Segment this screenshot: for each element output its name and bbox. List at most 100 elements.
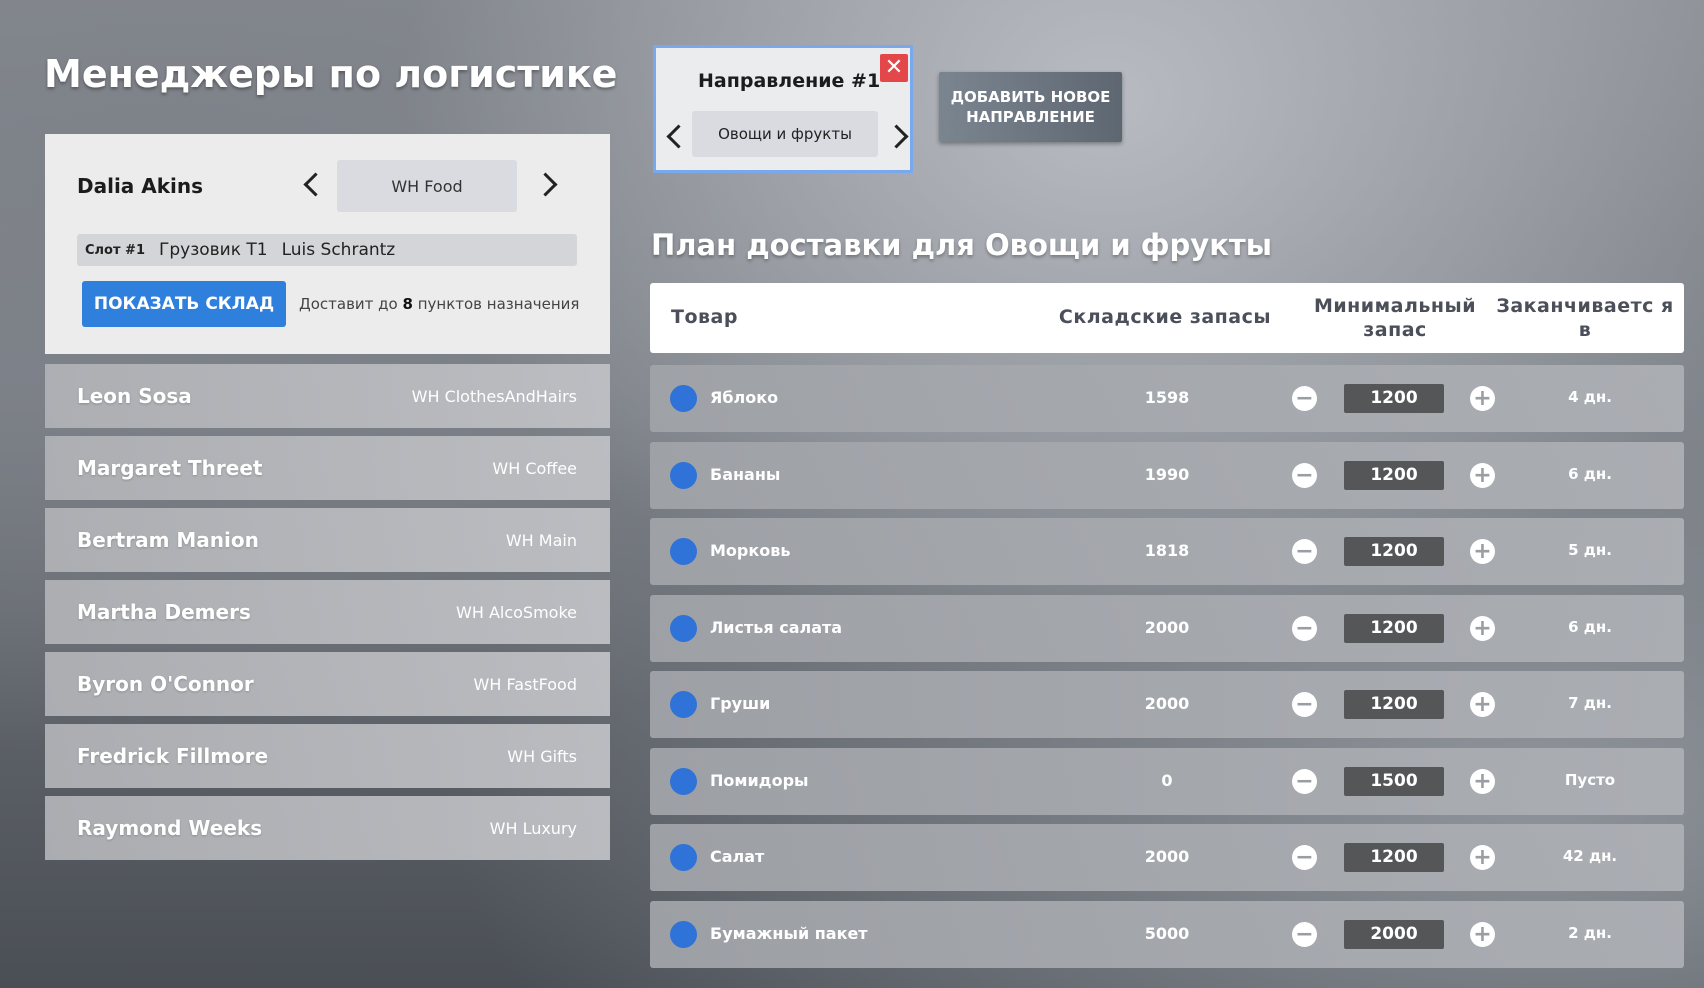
manager-list-warehouse: WH Luxury <box>489 818 577 838</box>
good-name: Бумажный пакет <box>710 923 868 943</box>
slot-driver: Luis Schrantz <box>281 240 396 260</box>
status-dot-icon <box>670 920 697 948</box>
minus-icon[interactable]: − <box>1292 615 1317 641</box>
manager-list-item[interactable]: Leon Sosa WH ClothesAndHairs <box>45 364 610 428</box>
header-stock: Складские запасы <box>1058 306 1272 328</box>
header-min-stock: Минимальный запас <box>1313 295 1477 341</box>
manager-name: Dalia Akins <box>77 174 204 198</box>
min-stock-value[interactable]: 1200 <box>1344 537 1444 566</box>
manager-list-warehouse: WH AlcoSmoke <box>456 602 577 622</box>
ends-in-value: 4 дн. <box>1568 388 1612 406</box>
stock-value: 2000 <box>1144 847 1190 866</box>
min-stock-value[interactable]: 1500 <box>1344 766 1444 796</box>
good-name: Морковь <box>710 541 791 560</box>
manager-list-name: Leon Sosa <box>77 384 192 408</box>
stock-value: 0 <box>1161 770 1173 790</box>
min-stock-value[interactable]: 1200 <box>1344 460 1444 490</box>
min-stock-value[interactable]: 2000 <box>1344 919 1444 949</box>
manager-list-name: Bertram Manion <box>77 528 259 552</box>
header-ends-in: Заканчиваетс я в <box>1496 295 1674 341</box>
direction-title: Направление #1 <box>698 70 881 92</box>
category-selector[interactable]: Овощи и фрукты <box>692 111 878 157</box>
add-direction-button[interactable]: ДОБАВИТЬ НОВОЕ НАПРАВЛЕНИЕ <box>939 72 1122 142</box>
chevron-right-icon[interactable] <box>884 124 909 149</box>
ends-in-value: 5 дн. <box>1568 541 1612 559</box>
manager-list-name: Fredrick Fillmore <box>77 744 269 768</box>
manager-list-item[interactable]: Margaret Threet WH Coffee <box>45 436 610 500</box>
minus-icon[interactable]: − <box>1292 539 1317 564</box>
slot-vehicle: Грузовик Т1 <box>159 240 268 260</box>
selected-manager-card: Dalia Akins WH Food Слот #1 Грузовик Т1 … <box>45 134 610 354</box>
good-name: Груши <box>710 694 771 713</box>
minus-icon[interactable]: − <box>1292 462 1317 488</box>
direction-panel: Направление #1 ✕ Овощи и фрукты <box>653 45 913 173</box>
header-good: Товар <box>671 306 738 328</box>
delivery-suffix: пунктов назначения <box>417 295 580 313</box>
good-name: Помидоры <box>710 770 809 790</box>
close-icon[interactable]: ✕ <box>880 54 908 82</box>
slot-bar[interactable]: Слот #1 Грузовик Т1 Luis Schrantz <box>77 234 577 266</box>
plus-icon[interactable]: + <box>1470 539 1495 564</box>
minus-icon[interactable]: − <box>1292 386 1317 411</box>
manager-list-item[interactable]: Martha Demers WH AlcoSmoke <box>45 580 610 644</box>
manager-list-item[interactable]: Fredrick Fillmore WH Gifts <box>45 724 610 788</box>
min-stock-value[interactable]: 1200 <box>1344 384 1444 413</box>
min-stock-value[interactable]: 1200 <box>1344 690 1444 719</box>
min-stock-value[interactable]: 1200 <box>1344 843 1444 872</box>
ends-in-value: 42 дн. <box>1562 847 1618 865</box>
manager-list-name: Martha Demers <box>77 600 251 624</box>
ends-in-value: 6 дн. <box>1568 464 1612 483</box>
plus-icon[interactable]: + <box>1470 615 1495 641</box>
manager-list-name: Byron O'Connor <box>77 672 254 696</box>
status-dot-icon <box>670 538 697 565</box>
chevron-left-icon[interactable] <box>666 124 691 149</box>
ends-in-value: 7 дн. <box>1568 694 1612 712</box>
show-warehouse-button[interactable]: ПОКАЗАТЬ СКЛАД <box>82 281 286 327</box>
status-dot-icon <box>670 767 697 795</box>
min-stock-value[interactable]: 1200 <box>1344 613 1444 643</box>
chevron-left-icon[interactable] <box>303 172 328 197</box>
manager-list-warehouse: WH Main <box>505 530 577 550</box>
manager-list-item[interactable]: Byron O'Connor WH FastFood <box>45 652 610 716</box>
good-name: Листья салата <box>710 617 843 637</box>
good-name: Бананы <box>710 464 781 484</box>
slot-number: Слот #1 <box>85 242 145 258</box>
status-dot-icon <box>670 691 697 718</box>
plus-icon[interactable]: + <box>1470 386 1495 411</box>
minus-icon[interactable]: − <box>1292 768 1317 794</box>
status-dot-icon <box>670 461 697 489</box>
status-dot-icon <box>670 614 697 642</box>
manager-list-item[interactable]: Raymond Weeks WH Luxury <box>45 796 610 860</box>
table-row: Морковь 1818 − 1200 +5 дн. <box>650 518 1684 585</box>
delivery-prefix: Доставит до <box>299 295 398 313</box>
ends-in-value: 2 дн. <box>1568 923 1612 942</box>
plan-title: План доставки для Овощи и фрукты <box>651 228 1272 262</box>
stock-value: 5000 <box>1144 923 1190 943</box>
plus-icon[interactable]: + <box>1470 462 1495 488</box>
manager-list-name: Margaret Threet <box>77 456 263 480</box>
ends-in-value: 6 дн. <box>1568 617 1612 636</box>
stock-value: 2000 <box>1144 694 1190 713</box>
ends-in-value: Пусто <box>1564 770 1616 789</box>
manager-list-name: Raymond Weeks <box>77 816 263 840</box>
delivery-count: 8 <box>402 295 413 313</box>
warehouse-selector[interactable]: WH Food <box>337 160 517 212</box>
plus-icon[interactable]: + <box>1470 845 1495 870</box>
minus-icon[interactable]: − <box>1292 921 1317 947</box>
delivery-info: Доставит до 8 пунктов назначения <box>299 295 579 313</box>
minus-icon[interactable]: − <box>1292 692 1317 717</box>
plus-icon[interactable]: + <box>1470 692 1495 717</box>
plus-icon[interactable]: + <box>1470 921 1495 947</box>
manager-list-warehouse: WH FastFood <box>473 674 577 694</box>
table-row: Бумажный пакет 5000 − 2000 +2 дн. <box>650 900 1684 968</box>
stock-value: 1990 <box>1144 464 1190 484</box>
chevron-right-icon[interactable] <box>533 172 558 197</box>
manager-list-item[interactable]: Bertram Manion WH Main <box>45 508 610 572</box>
table-row: Бананы 1990 − 1200 +6 дн. <box>650 441 1684 509</box>
status-dot-icon <box>670 844 697 871</box>
stock-value: 1818 <box>1144 541 1190 560</box>
plus-icon[interactable]: + <box>1470 768 1495 794</box>
manager-list-warehouse: WH Gifts <box>507 746 577 766</box>
minus-icon[interactable]: − <box>1292 845 1317 870</box>
manager-list-warehouse: WH ClothesAndHairs <box>411 386 577 406</box>
